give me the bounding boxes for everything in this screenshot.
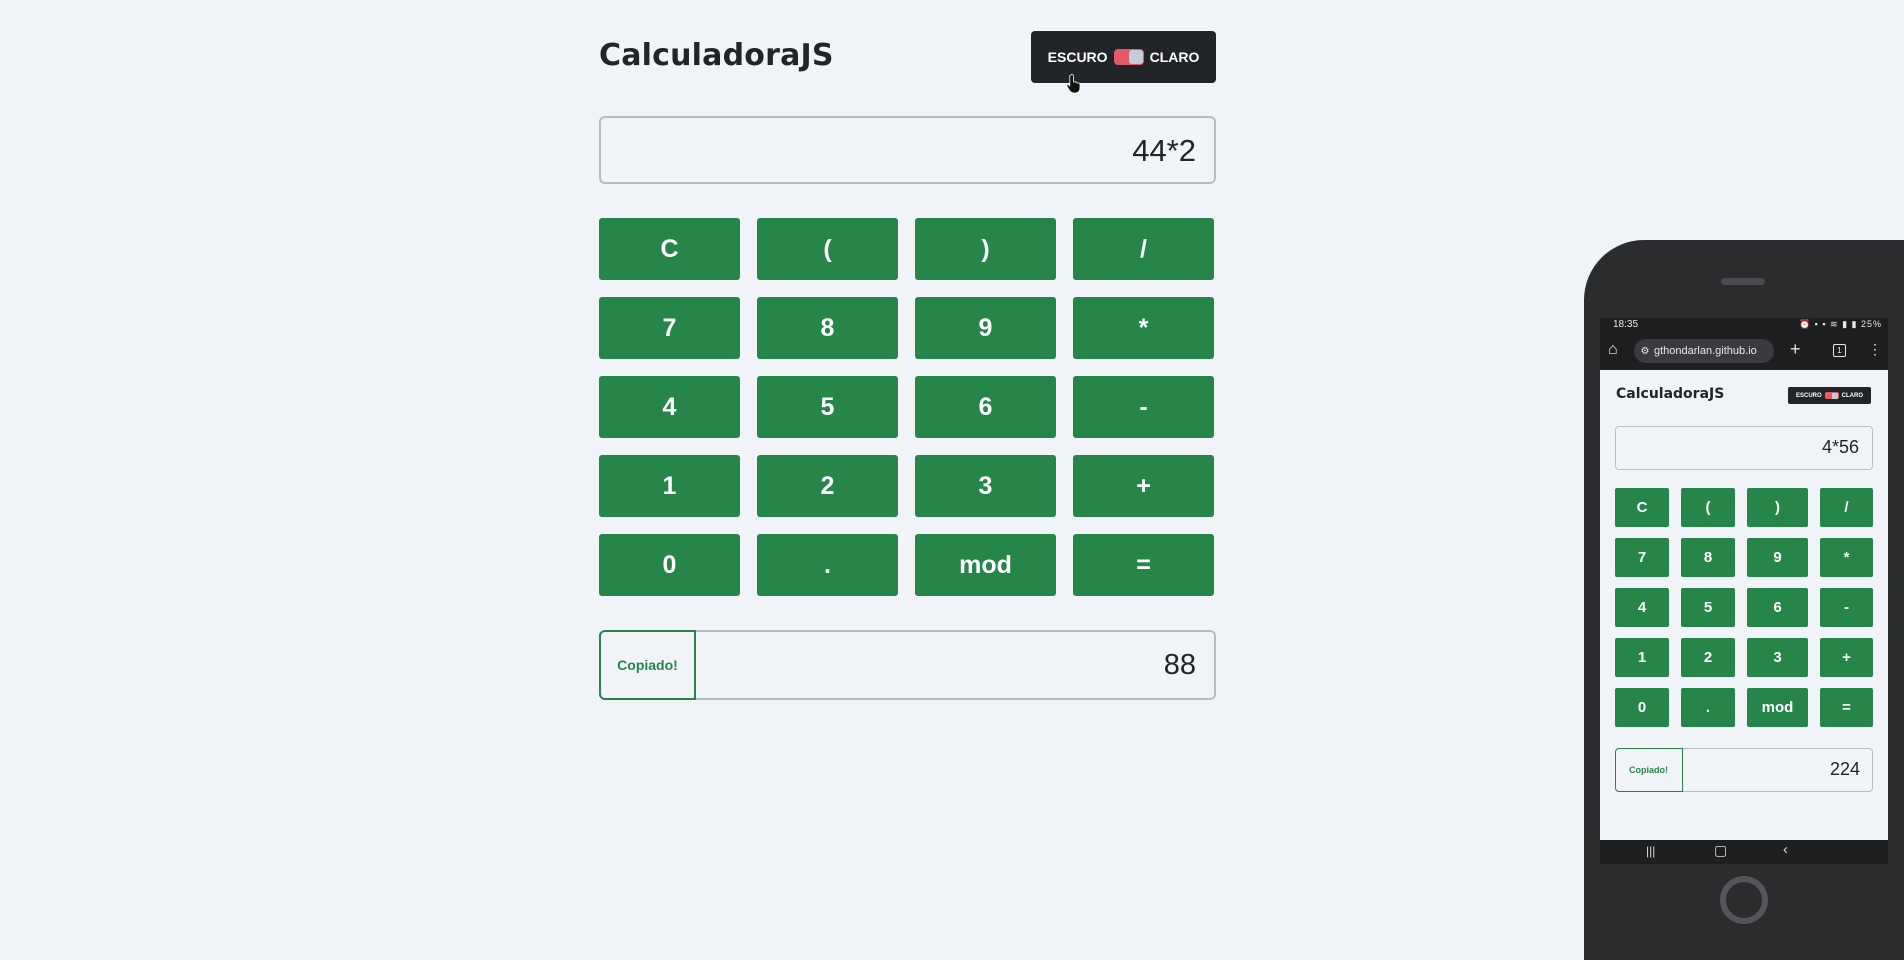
- expression-value: 44*2: [1132, 133, 1196, 168]
- key-button[interactable]: 4: [599, 376, 740, 438]
- key-button[interactable]: ): [915, 218, 1056, 280]
- mobile-key-button[interactable]: .: [1681, 688, 1735, 727]
- theme-toggle-button[interactable]: ESCURO CLARO: [1031, 31, 1216, 83]
- phone-mockup: 18:35 ⏰ ▪ ▪ ≋ ▮ ▮ 25% ⌂ ⚙ gthondarlan.git…: [1584, 240, 1904, 960]
- key-button[interactable]: *: [1073, 297, 1214, 359]
- recent-apps-icon[interactable]: |||: [1646, 844, 1655, 858]
- mobile-key-button[interactable]: mod: [1747, 688, 1808, 727]
- expression-display[interactable]: 44*2: [599, 116, 1216, 184]
- key-button[interactable]: 6: [915, 376, 1056, 438]
- key-button[interactable]: 3: [915, 455, 1056, 517]
- mobile-key-button[interactable]: -: [1820, 588, 1873, 627]
- key-button[interactable]: C: [599, 218, 740, 280]
- key-button[interactable]: 0: [599, 534, 740, 596]
- phone-speaker: [1721, 278, 1765, 285]
- result-field: Copiado! 88: [599, 630, 1216, 700]
- phone-home-button[interactable]: [1720, 876, 1768, 924]
- tab-switcher-icon[interactable]: 1: [1833, 344, 1846, 357]
- key-button[interactable]: =: [1073, 534, 1214, 596]
- key-button[interactable]: 7: [599, 297, 740, 359]
- mobile-theme-switch-knob: [1832, 392, 1839, 399]
- key-button[interactable]: .: [757, 534, 898, 596]
- theme-light-label: CLARO: [1149, 49, 1200, 65]
- new-tab-icon[interactable]: +: [1790, 339, 1801, 360]
- mobile-page-title: CalculadoraJS: [1616, 386, 1725, 402]
- mobile-key-button[interactable]: C: [1615, 488, 1669, 527]
- phone-status-bar: 18:35 ⏰ ▪ ▪ ≋ ▮ ▮ 25%: [1600, 318, 1888, 332]
- keypad: C () / 7 8 9 * 4 5 6- 1 2 3 +0. mod =: [599, 218, 1216, 596]
- header: CalculadoraJS ESCURO CLARO: [599, 30, 1216, 94]
- mobile-result-field: Copiado! 224: [1614, 747, 1873, 792]
- hand-cursor-icon: [1066, 74, 1081, 94]
- key-button[interactable]: mod: [915, 534, 1056, 596]
- status-battery: 25%: [1860, 319, 1882, 329]
- mobile-expression-display[interactable]: 4*56: [1615, 426, 1873, 470]
- key-button[interactable]: 8: [757, 297, 898, 359]
- mobile-theme-switch[interactable]: [1824, 392, 1839, 399]
- browser-toolbar: ⌂ ⚙ gthondarlan.github.io + 1 ⋮: [1600, 332, 1888, 370]
- key-button[interactable]: 9: [915, 297, 1056, 359]
- mobile-key-button[interactable]: (: [1681, 488, 1735, 527]
- mobile-result-value: 224: [1829, 759, 1860, 779]
- theme-dark-label: ESCURO: [1047, 49, 1108, 65]
- key-button[interactable]: /: [1073, 218, 1214, 280]
- home-nav-icon[interactable]: ▢: [1714, 842, 1727, 859]
- mobile-key-button[interactable]: 1: [1615, 638, 1669, 677]
- mobile-theme-toggle-button[interactable]: ESCURO CLARO: [1788, 387, 1871, 404]
- phone-screen: 18:35 ⏰ ▪ ▪ ≋ ▮ ▮ 25% ⌂ ⚙ gthondarlan.git…: [1600, 318, 1888, 864]
- status-icons: ⏰ ▪ ▪ ≋ ▮ ▮ 25%: [1798, 319, 1882, 329]
- mobile-key-button[interactable]: 2: [1681, 638, 1735, 677]
- status-time: 18:35: [1613, 319, 1639, 330]
- mobile-key-button[interactable]: 0: [1615, 688, 1669, 727]
- browser-url-bar[interactable]: ⚙ gthondarlan.github.io: [1634, 339, 1774, 363]
- mobile-keypad: C () / 7 8 9 * 4 5 6- 1 2 3 +0. mod =: [1615, 488, 1873, 727]
- key-button[interactable]: +: [1073, 455, 1214, 517]
- mobile-key-button[interactable]: +: [1820, 638, 1873, 677]
- mobile-key-button[interactable]: 6: [1747, 588, 1808, 627]
- mobile-theme-light-label: CLARO: [1841, 392, 1863, 399]
- mobile-key-button[interactable]: 3: [1747, 638, 1808, 677]
- mobile-key-button[interactable]: ): [1747, 488, 1808, 527]
- mobile-expression-value: 4*56: [1821, 437, 1859, 457]
- android-nav-bar: ||| ▢ ‹: [1600, 840, 1888, 864]
- copy-button[interactable]: Copiado!: [599, 630, 696, 700]
- theme-switch[interactable]: [1113, 49, 1144, 65]
- back-nav-icon[interactable]: ‹: [1783, 841, 1788, 858]
- mobile-key-button[interactable]: =: [1820, 688, 1873, 727]
- key-button[interactable]: 5: [757, 376, 898, 438]
- mobile-key-button[interactable]: 5: [1681, 588, 1735, 627]
- browser-url-text: gthondarlan.github.io: [1654, 345, 1757, 357]
- key-button[interactable]: 1: [599, 455, 740, 517]
- mobile-key-button[interactable]: 7: [1615, 538, 1669, 577]
- mobile-key-button[interactable]: 4: [1615, 588, 1669, 627]
- mobile-key-button[interactable]: 8: [1681, 538, 1735, 577]
- key-button[interactable]: (: [757, 218, 898, 280]
- mobile-key-button[interactable]: 9: [1747, 538, 1808, 577]
- mobile-key-button[interactable]: /: [1820, 488, 1873, 527]
- key-button[interactable]: -: [1073, 376, 1214, 438]
- calculator-app: CalculadoraJS ESCURO CLARO 44*2 C () / 7 8 9 *…: [599, 30, 1216, 700]
- browser-menu-icon[interactable]: ⋮: [1868, 341, 1882, 358]
- browser-home-icon[interactable]: ⌂: [1608, 341, 1618, 359]
- mobile-copy-button[interactable]: Copiado!: [1614, 747, 1683, 792]
- page-title: CalculadoraJS: [599, 38, 834, 73]
- mobile-theme-dark-label: ESCURO: [1795, 392, 1822, 399]
- mobile-key-button[interactable]: *: [1820, 538, 1873, 577]
- theme-switch-knob: [1128, 50, 1143, 64]
- site-settings-icon[interactable]: ⚙: [1636, 340, 1654, 363]
- key-button[interactable]: 2: [757, 455, 898, 517]
- result-value: 88: [1163, 649, 1196, 681]
